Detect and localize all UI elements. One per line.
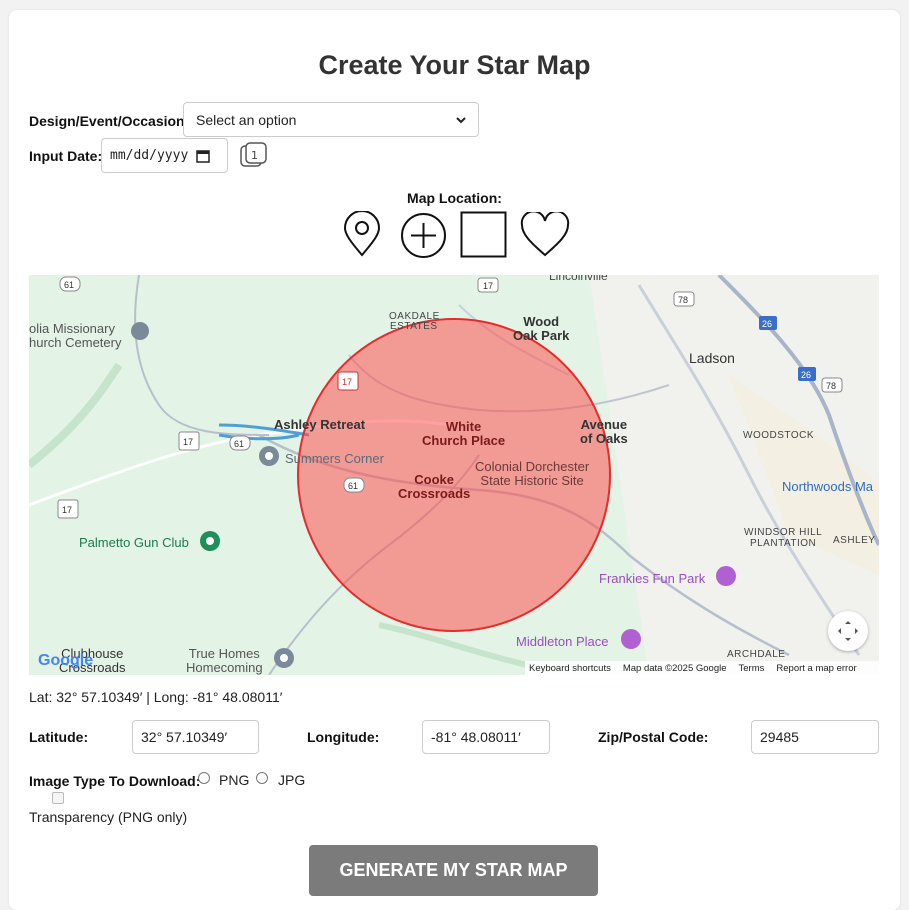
png-radio[interactable] [198, 772, 210, 784]
svg-text:17: 17 [342, 377, 352, 387]
map-label-summers-corner: Summers Corner [285, 451, 384, 466]
chevron-down-icon [456, 116, 466, 123]
location-map[interactable]: 61 17 78 26 17 26 78 17 61 61 17 Lincoln… [29, 275, 879, 675]
date-input[interactable]: mm/dd/yyyy [101, 138, 228, 173]
google-logo: Google [38, 652, 94, 669]
map-label-woodstock: WOODSTOCK [743, 430, 814, 441]
map-label-missionary: olia Missionary [29, 321, 115, 336]
svg-text:61: 61 [234, 439, 244, 449]
zip-value: 29485 [760, 729, 799, 745]
middleton-pin [621, 629, 641, 649]
svg-text:61: 61 [348, 481, 358, 491]
latitude-input[interactable]: 32° 57.10349′ [132, 720, 259, 754]
longitude-label: Longitude: [307, 729, 380, 745]
map-label-avenue-oaks: Avenue of Oaks [580, 417, 628, 446]
map-camera-control[interactable] [828, 611, 868, 651]
shield-61-a: 61 [64, 280, 74, 290]
transparency-checkbox[interactable] [52, 792, 64, 804]
map-pin-icon[interactable] [342, 211, 382, 257]
longitude-value: -81° 48.08011′ [431, 729, 521, 745]
map-label-colonial: Colonial Dorchester State Historic Site [475, 459, 590, 488]
map-label-frankies: Frankies Fun Park [599, 571, 706, 586]
latitude-value: 32° 57.10349′ [141, 729, 228, 745]
svg-text:17: 17 [183, 437, 193, 447]
map-label-ladson: Ladson [689, 350, 735, 366]
square-icon[interactable] [460, 211, 508, 259]
map-label-wood-oak-park: Wood Oak Park [513, 314, 570, 343]
map-label-ashley-hi: ASHLEY HI [833, 535, 879, 546]
map-label-palmetto: Palmetto Gun Club [79, 535, 189, 550]
heart-icon[interactable] [520, 212, 570, 258]
map-data-text: Map data ©2025 Google [622, 662, 727, 674]
svg-text:1: 1 [251, 149, 258, 162]
terms-link[interactable]: Terms [739, 663, 765, 674]
coords-readout: Lat: 32° 57.10349′ | Long: -81° 48.08011… [29, 689, 283, 705]
frankies-pin [716, 566, 736, 586]
map-label-ashley-retreat: Ashley Retreat [274, 417, 366, 432]
move-arrows-icon [838, 621, 858, 641]
map-label-estates: ESTATES [390, 321, 438, 332]
map-label-cooke: Cooke Crossroads [398, 472, 471, 501]
svg-text:17: 17 [483, 281, 493, 291]
zip-input[interactable]: 29485 [751, 720, 879, 754]
map-footer: Keyboard shortcuts Map data ©2025 Google… [525, 661, 879, 675]
map-label-middleton: Middleton Place [516, 634, 609, 649]
circle-plus-icon[interactable] [400, 212, 447, 259]
map-label-windsor: WINDSOR HILL PLANTATION [744, 527, 823, 549]
calendar-today-icon[interactable]: 1 [238, 140, 268, 170]
cemetery-pin [131, 322, 149, 340]
design-select[interactable]: Select an option [183, 102, 479, 137]
report-map-error-link[interactable]: Report a map error [776, 663, 856, 674]
map-label-lincolnville: Lincolnville [549, 275, 608, 283]
date-placeholder: mm/dd/yyyy [110, 148, 189, 163]
map-location-label: Map Location: [407, 190, 502, 206]
design-select-value: Select an option [196, 111, 297, 128]
latitude-label: Latitude: [29, 729, 89, 745]
svg-text:78: 78 [678, 295, 688, 305]
map-label-cemetery: hurch Cemetery [29, 335, 122, 350]
map-label-archdale: ARCHDALE [727, 649, 786, 660]
map-label-white-church: White Church Place [422, 419, 506, 448]
svg-text:26: 26 [801, 370, 811, 380]
longitude-input[interactable]: -81° 48.08011′ [422, 720, 550, 754]
image-type-label: Image Type To Download: [29, 773, 201, 789]
date-label: Input Date: [29, 148, 103, 164]
keyboard-shortcuts-link[interactable]: Keyboard shortcuts [529, 663, 611, 674]
generate-star-map-button[interactable]: GENERATE MY STAR MAP [309, 845, 598, 896]
jpg-label: JPG [278, 772, 306, 788]
design-label: Design/Event/Occasion: [29, 113, 190, 129]
jpg-radio[interactable] [256, 772, 268, 784]
map-label-northwoods: Northwoods Ma [782, 479, 874, 494]
svg-text:17: 17 [62, 505, 72, 515]
png-label: PNG [219, 772, 250, 788]
transparency-label: Transparency (PNG only) [29, 809, 188, 825]
svg-text:26: 26 [762, 319, 772, 329]
zip-label: Zip/Postal Code: [598, 729, 709, 745]
map-label-true-homes: True Homes Homecoming [186, 646, 263, 675]
svg-text:78: 78 [826, 381, 836, 391]
calendar-icon[interactable] [196, 149, 211, 163]
page-title: Create Your Star Map [318, 50, 591, 80]
